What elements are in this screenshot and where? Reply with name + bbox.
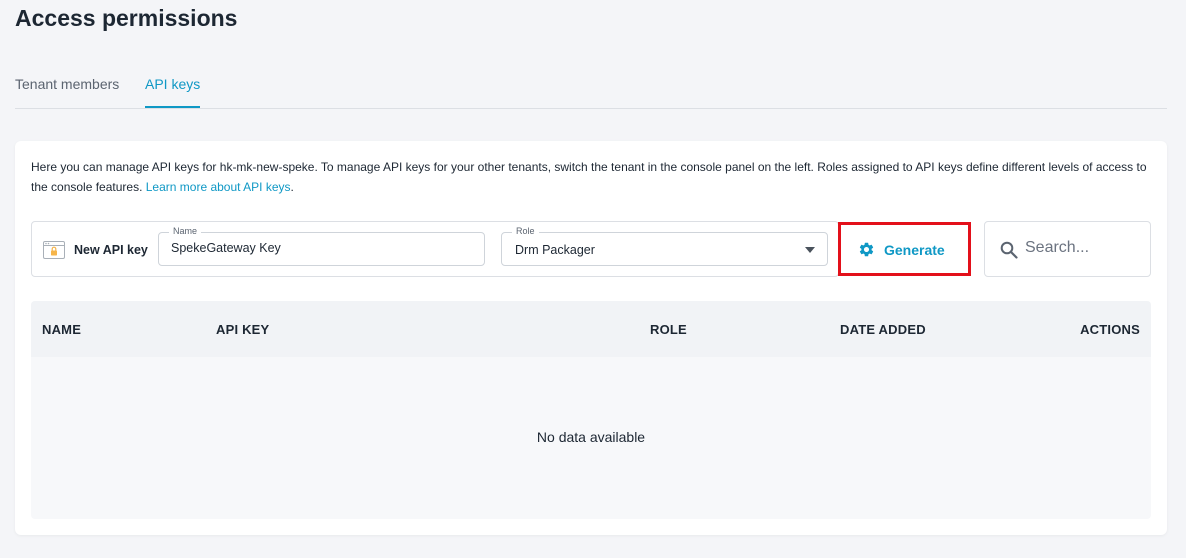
api-keys-card: Here you can manage API keys for hk-mk-n…	[15, 141, 1167, 535]
search-box[interactable]	[984, 221, 1151, 277]
role-select[interactable]: Role Drm Packager	[501, 226, 828, 266]
new-api-key-form: New API key Name Role Drm Packager	[31, 221, 839, 277]
column-header-api-key[interactable]: API KEY	[216, 322, 269, 337]
dropdown-caret-icon	[805, 247, 815, 253]
role-selected-value: Drm Packager	[515, 243, 595, 257]
key-window-icon	[43, 241, 65, 259]
generate-button[interactable]: Generate	[838, 222, 971, 276]
role-field-legend: Role	[512, 226, 539, 236]
name-input[interactable]	[171, 241, 471, 255]
page-title: Access permissions	[15, 5, 238, 31]
column-header-actions: ACTIONS	[1080, 322, 1140, 337]
intro-text: Here you can manage API keys for hk-mk-n…	[31, 157, 1151, 197]
new-api-key-label: New API key	[74, 243, 148, 257]
name-field-legend: Name	[169, 226, 202, 236]
learn-more-link[interactable]: Learn more about API keys	[146, 180, 291, 194]
search-icon	[1000, 241, 1018, 259]
generate-label: Generate	[884, 242, 945, 258]
tab-tenant-members[interactable]: Tenant members	[15, 76, 119, 106]
empty-state-text: No data available	[536, 429, 646, 445]
gear-icon	[859, 242, 874, 257]
name-field[interactable]: Name	[158, 226, 485, 266]
tab-bar: Tenant members API keys	[15, 64, 1167, 109]
intro-trailing: .	[290, 180, 294, 194]
table-header: NAME API KEY ROLE DATE ADDED ACTIONS	[31, 301, 1151, 357]
column-header-name[interactable]: NAME	[42, 322, 81, 337]
tab-api-keys[interactable]: API keys	[145, 76, 201, 108]
search-input[interactable]	[1025, 239, 1140, 257]
api-keys-table: NAME API KEY ROLE DATE ADDED ACTIONS No …	[31, 301, 1151, 519]
column-header-date-added[interactable]: DATE ADDED	[840, 322, 926, 337]
column-header-role[interactable]: ROLE	[650, 322, 687, 337]
